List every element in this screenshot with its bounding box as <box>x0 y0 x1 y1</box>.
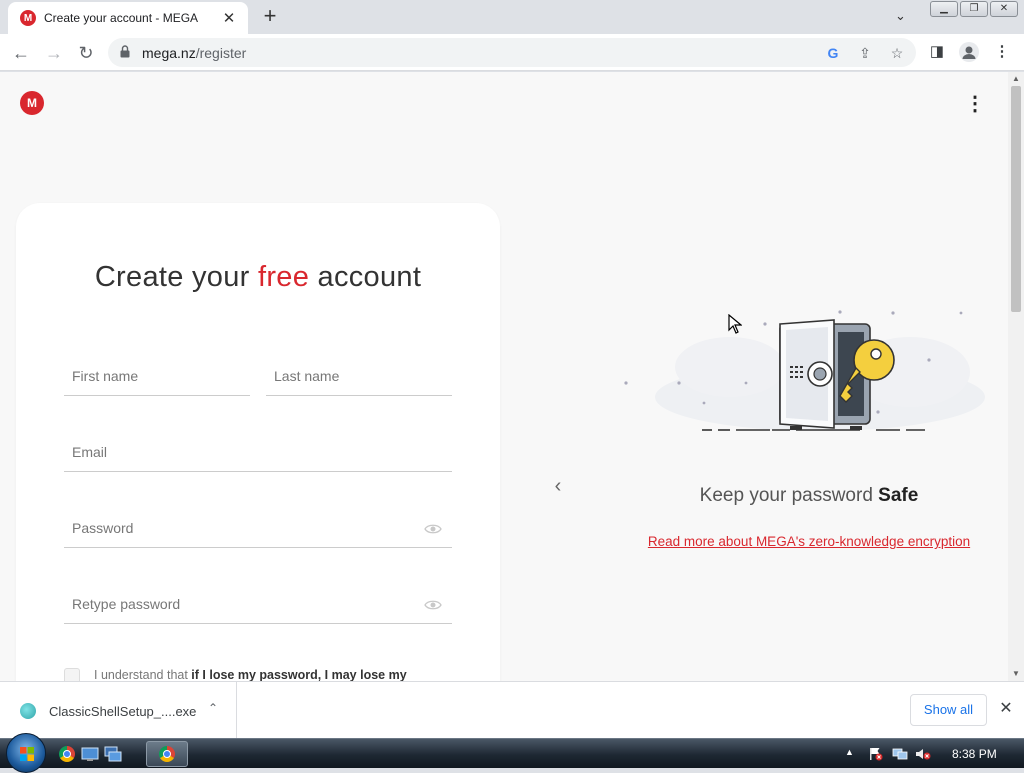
safe-with-key-illustration <box>624 310 985 431</box>
scrollbar-thumb[interactable] <box>1011 86 1021 312</box>
reload-icon[interactable]: ↻ <box>74 41 98 65</box>
scroll-down-arrow-icon[interactable]: ▼ <box>1011 669 1021 679</box>
register-card: Create your free account <box>16 203 500 681</box>
url-text: mega.nz/register <box>142 45 247 61</box>
close-window-button[interactable]: ✕ <box>990 1 1018 17</box>
page-title: Create your free account <box>94 261 422 293</box>
windows-taskbar: ▲ 8:38 PM <box>0 733 1024 773</box>
side-panel-icon[interactable]: ◨ <box>927 42 947 62</box>
browser-tab[interactable]: M Create your account - MEGA ✕ <box>8 2 248 34</box>
carousel-prev-icon[interactable]: ‹ <box>549 475 567 498</box>
profile-avatar-icon[interactable] <box>959 42 979 62</box>
email-input[interactable] <box>72 444 420 460</box>
start-button[interactable] <box>6 733 46 773</box>
password-loss-checkbox[interactable] <box>64 668 80 681</box>
installer-file-icon <box>20 703 36 719</box>
taskbar-clock[interactable]: 8:38 PM <box>952 747 997 761</box>
mouse-cursor-icon <box>728 314 742 334</box>
retype-password-input[interactable] <box>72 596 420 612</box>
lock-icon <box>120 45 130 58</box>
quicklaunch-chrome-icon[interactable] <box>58 745 76 763</box>
first-name-field[interactable] <box>64 362 250 396</box>
switch-windows-icon[interactable] <box>104 745 122 763</box>
google-translate-icon[interactable]: G <box>824 44 842 62</box>
minimize-button[interactable]: ▁ <box>930 1 958 17</box>
forward-arrow-icon[interactable]: → <box>42 41 66 65</box>
scroll-up-arrow-icon[interactable]: ▲ <box>1011 74 1021 84</box>
show-password-eye-icon[interactable] <box>424 523 442 535</box>
mega-favicon-icon: M <box>20 10 36 26</box>
back-arrow-icon[interactable]: ← <box>9 41 33 65</box>
zero-knowledge-encryption-link[interactable]: Read more about MEGA's zero-knowledge en… <box>644 534 974 549</box>
mega-logo[interactable]: M <box>20 91 44 115</box>
email-field[interactable] <box>64 438 452 472</box>
retype-password-field[interactable] <box>64 590 452 624</box>
first-name-input[interactable] <box>72 368 218 384</box>
restore-button[interactable]: ❐ <box>960 1 988 17</box>
taskbar-chrome-button[interactable] <box>146 741 188 767</box>
address-bar[interactable]: mega.nz/register G ⇪ ☆ <box>108 38 916 67</box>
download-file-name: ClassicShellSetup_....exe <box>49 704 197 719</box>
share-icon[interactable]: ⇪ <box>856 44 874 62</box>
close-download-bar-icon[interactable]: ✕ <box>997 700 1015 718</box>
show-all-downloads-button[interactable]: Show all <box>910 694 987 726</box>
new-tab-button[interactable]: + <box>259 5 281 27</box>
tab-close-icon[interactable]: ✕ <box>220 9 238 27</box>
browser-toolbar: ← → ↻ mega.nz/register G ⇪ ☆ ◨ ⋮ <box>0 34 1024 71</box>
password-input[interactable] <box>72 520 420 536</box>
tab-search-chevron-icon[interactable]: ⌄ <box>895 8 906 24</box>
password-field[interactable] <box>64 514 452 548</box>
windows-logo-icon <box>20 747 34 761</box>
show-desktop-icon[interactable] <box>81 745 99 763</box>
page-menu-icon[interactable]: ⋮ <box>963 92 987 116</box>
action-center-flag-icon[interactable] <box>868 747 884 761</box>
last-name-input[interactable] <box>274 368 420 384</box>
password-loss-terms: I understand that if I lose my password,… <box>94 668 407 681</box>
network-icon[interactable] <box>892 747 908 761</box>
download-options-chevron-icon[interactable]: ⌃ <box>204 701 222 715</box>
download-bar: ClassicShellSetup_....exe ⌃ Show all ✕ <box>0 681 1024 738</box>
show-hidden-icons-icon[interactable]: ▲ <box>845 747 854 757</box>
tab-strip: M Create your account - MEGA ✕ + ⌄ ▁ ❐ ✕ <box>0 0 1024 34</box>
bookmark-star-icon[interactable]: ☆ <box>888 44 906 62</box>
slide-title: Keep your password Safe <box>699 485 919 506</box>
show-retype-password-eye-icon[interactable] <box>424 599 442 611</box>
download-item[interactable]: ClassicShellSetup_....exe ⌃ <box>0 682 237 738</box>
tab-title: Create your account - MEGA <box>44 11 199 25</box>
chrome-menu-icon[interactable]: ⋮ <box>992 42 1012 62</box>
page-content: M ⋮ Create your free account I <box>0 72 1008 681</box>
last-name-field[interactable] <box>266 362 452 396</box>
volume-muted-icon[interactable] <box>915 747 931 761</box>
window-controls: ▁ ❐ ✕ <box>930 1 1018 17</box>
page-scrollbar[interactable]: ▲ ▼ <box>1008 72 1024 681</box>
